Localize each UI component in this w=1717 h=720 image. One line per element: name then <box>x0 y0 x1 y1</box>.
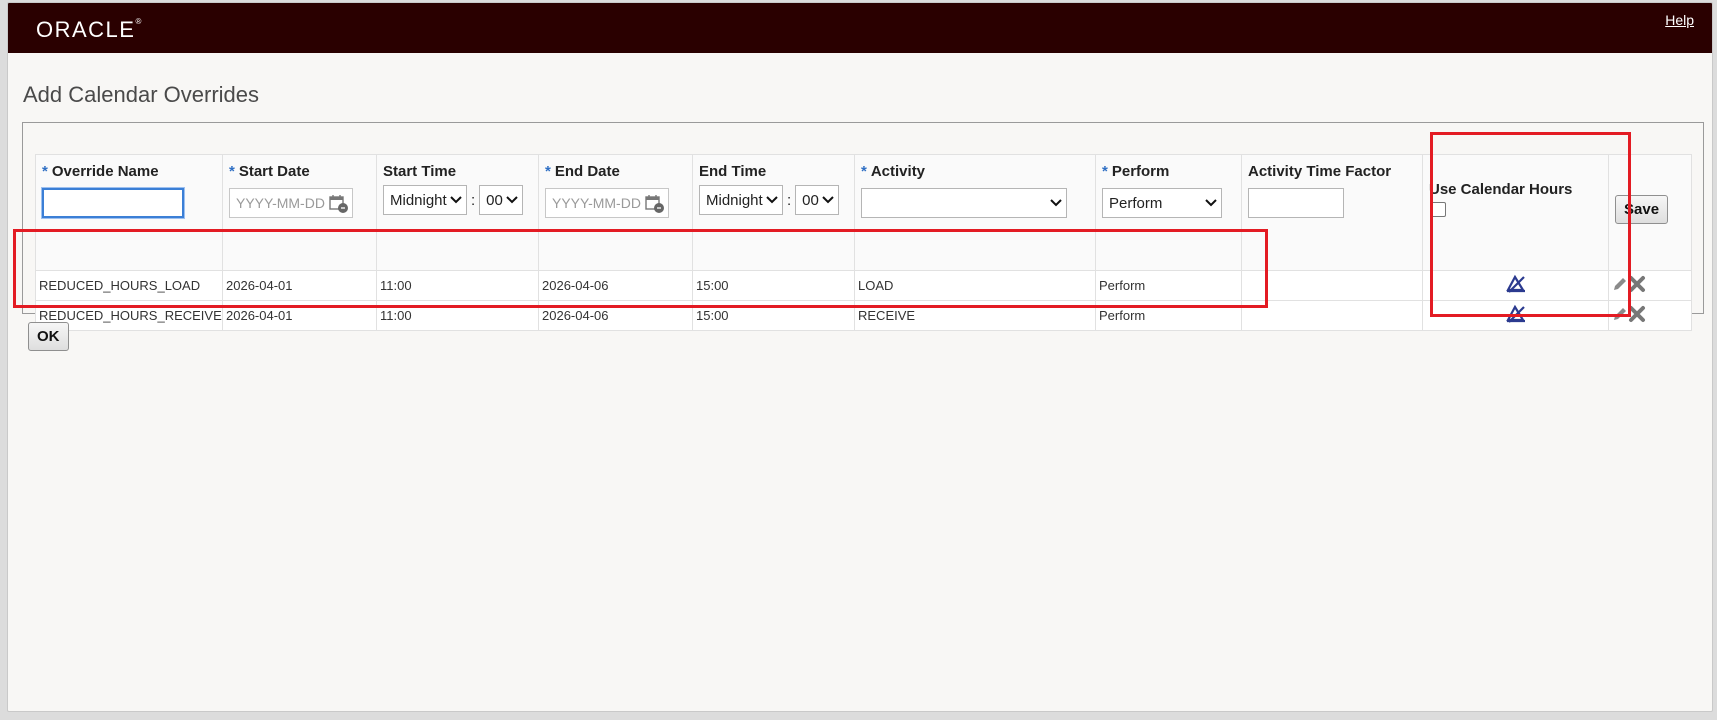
col-label: Activity <box>870 163 926 180</box>
chevron-down-icon <box>1205 199 1217 207</box>
perform-select[interactable]: Perform <box>1102 188 1222 218</box>
table-body: REDUCED_HOURS_LOAD 2026-04-01 11:00 2026-04… <box>35 270 1692 331</box>
edit-icon[interactable] <box>1612 276 1628 295</box>
chevron-down-icon <box>1050 199 1062 207</box>
select-value: Perform <box>1109 194 1163 212</box>
override-name-input[interactable] <box>42 188 184 218</box>
overrides-panel: *Override Name *Start Date YYYY-MM-DD <box>13 122 1704 331</box>
chevron-down-icon <box>506 196 518 204</box>
col-use-calendar-hours: Use Calendar Hours <box>1422 154 1609 271</box>
start-date-placeholder: YYYY-MM-DD <box>236 195 325 211</box>
delete-icon[interactable] <box>1628 305 1646 326</box>
logo-registered-mark: ® <box>135 17 142 26</box>
time-separator: : <box>787 191 792 209</box>
cell-row-actions <box>1608 270 1692 301</box>
cell-override-name: REDUCED_HOURS_LOAD <box>35 270 223 301</box>
logo-text: ORACLE <box>36 17 136 42</box>
col-end-date: * End Date YYYY-MM-DD <box>538 154 693 271</box>
header-row: *Override Name *Start Date YYYY-MM-DD <box>35 154 1692 271</box>
col-perform: * Perform Perform <box>1095 154 1242 271</box>
header-bar: ORACLE® Help <box>8 3 1712 53</box>
cell-perform: Perform <box>1095 300 1242 331</box>
required-marker: * <box>861 163 867 180</box>
use-calendar-hours-checkbox[interactable] <box>1431 202 1446 217</box>
table-row: REDUCED_HOURS_RECEIVE 2026-04-01 11:00 2026… <box>35 300 1692 331</box>
cell-end-date: 2026-04-06 <box>538 270 693 301</box>
cell-activity: LOAD <box>854 270 1096 301</box>
cell-activity-time-factor <box>1241 270 1423 301</box>
col-start-time: Start Time Midnight : 00 <box>376 154 539 271</box>
col-label: Start Date <box>238 163 310 180</box>
delete-icon[interactable] <box>1628 275 1646 296</box>
col-label: Override Name <box>51 163 159 180</box>
col-label: Use Calendar Hours <box>1429 181 1573 198</box>
select-value: Midnight <box>390 191 447 209</box>
col-start-date: * Start Date YYYY-MM-DD <box>222 154 377 271</box>
select-value: 00 <box>802 191 819 209</box>
col-label: Activity Time Factor <box>1248 163 1392 180</box>
table-row: REDUCED_HOURS_LOAD 2026-04-01 11:00 2026-04… <box>35 270 1692 301</box>
required-marker: * <box>1102 163 1108 180</box>
start-time-minute-select[interactable]: 00 <box>479 185 524 215</box>
required-marker: * <box>229 163 235 180</box>
col-activity: * Activity <box>854 154 1096 271</box>
calendar-icon[interactable] <box>329 194 349 214</box>
activity-time-factor-input[interactable] <box>1248 188 1344 218</box>
chevron-down-icon <box>766 196 778 204</box>
calendar-icon[interactable] <box>645 194 665 214</box>
app-window: ORACLE® Help Add Calendar Overrides * Ove… <box>7 2 1713 712</box>
col-label: End Time <box>699 163 767 180</box>
activity-select[interactable] <box>861 188 1067 218</box>
chevron-down-icon <box>450 196 462 204</box>
cell-start-date: 2026-04-01 <box>222 300 377 331</box>
select-value: 00 <box>486 191 503 209</box>
chevron-down-icon <box>822 196 834 204</box>
cell-start-time: 11:00 <box>376 300 539 331</box>
cell-end-date: 2026-04-06 <box>538 300 693 331</box>
col-label: End Date <box>554 163 620 180</box>
start-date-input[interactable]: YYYY-MM-DD <box>229 188 353 218</box>
cell-row-actions <box>1608 300 1692 331</box>
select-value: Midnight <box>706 191 763 209</box>
required-marker: * <box>42 163 48 180</box>
end-date-input[interactable]: YYYY-MM-DD <box>545 188 669 218</box>
col-end-time: End Time Midnight : 00 <box>692 154 855 271</box>
cell-use-calendar-hours <box>1422 300 1609 331</box>
ok-button[interactable]: OK <box>28 322 69 351</box>
help-link[interactable]: Help <box>1665 12 1694 28</box>
end-time-minute-select[interactable]: 00 <box>795 185 840 215</box>
cell-start-time: 11:00 <box>376 270 539 301</box>
edit-icon[interactable] <box>1612 306 1628 325</box>
col-activity-time-factor: Activity Time Factor <box>1241 154 1423 271</box>
cell-end-time: 15:00 <box>692 300 855 331</box>
cell-activity-time-factor <box>1241 300 1423 331</box>
unchecked-icon <box>1505 304 1525 323</box>
time-separator: : <box>471 191 476 209</box>
col-label: Perform <box>1111 163 1170 180</box>
page-title: Add Calendar Overrides <box>23 82 260 107</box>
unchecked-icon <box>1505 274 1525 293</box>
cell-end-time: 15:00 <box>692 270 855 301</box>
overrides-table: *Override Name *Start Date YYYY-MM-DD <box>35 154 1692 331</box>
col-override-name: * Override Name <box>35 154 223 271</box>
cell-activity: RECEIVE <box>854 300 1096 331</box>
cell-use-calendar-hours <box>1422 270 1609 301</box>
oracle-logo: ORACLE® <box>36 17 141 43</box>
col-label: Start Time <box>383 163 457 180</box>
end-time-hour-select[interactable]: Midnight <box>699 185 783 215</box>
start-time-hour-select[interactable]: Midnight <box>383 185 467 215</box>
cell-start-date: 2026-04-01 <box>222 270 377 301</box>
cell-perform: Perform <box>1095 270 1242 301</box>
required-marker: * <box>545 163 551 180</box>
end-date-placeholder: YYYY-MM-DD <box>552 195 641 211</box>
save-button[interactable]: Save <box>1615 195 1669 224</box>
col-actions: Save <box>1608 154 1692 271</box>
